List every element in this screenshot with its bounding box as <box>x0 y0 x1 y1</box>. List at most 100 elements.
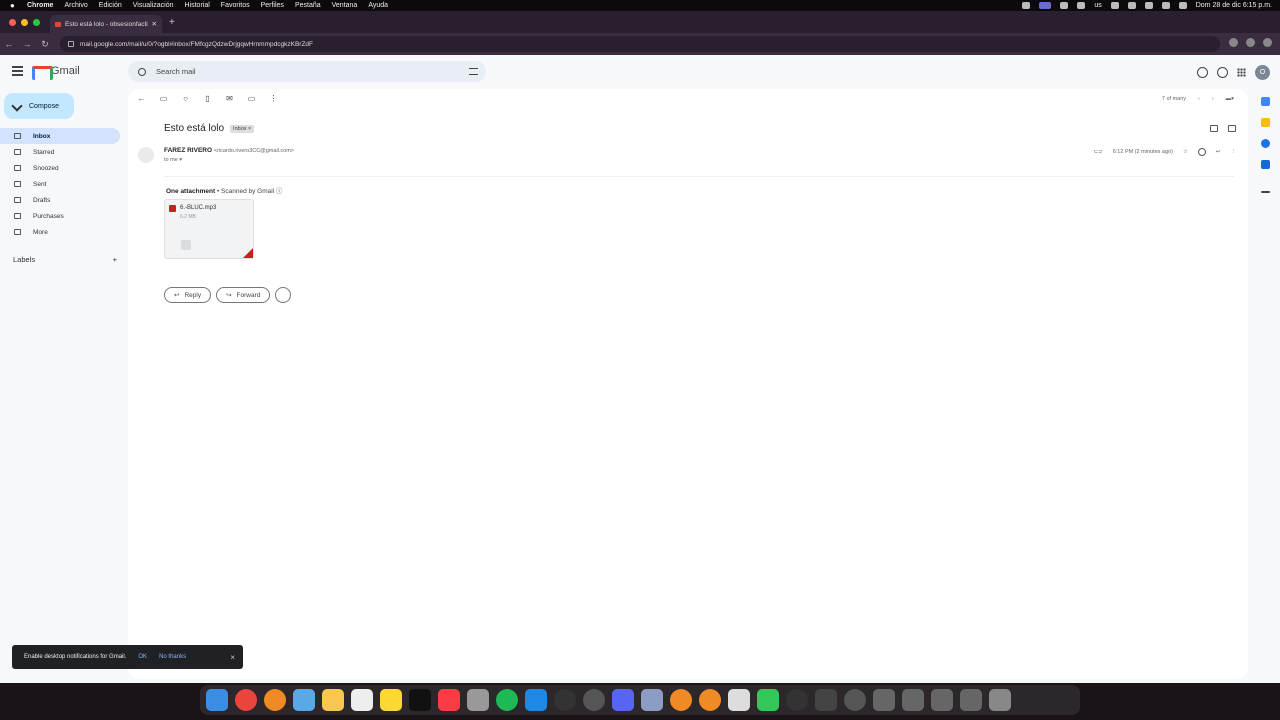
gmail-logo[interactable]: Gmail <box>32 65 80 80</box>
google-apps-icon[interactable] <box>1237 68 1246 77</box>
main-menu-icon[interactable] <box>12 66 23 78</box>
menu-pestana[interactable]: Pestaña <box>295 2 321 9</box>
menu-archivo[interactable]: Archivo <box>64 2 87 9</box>
battery-icon[interactable] <box>1127 2 1136 9</box>
star-message-icon[interactable]: ☆ <box>1183 149 1188 155</box>
search-bar[interactable]: Search mail <box>128 61 486 82</box>
menu-favoritos[interactable]: Favoritos <box>221 2 250 9</box>
screen-record-icon[interactable] <box>1039 2 1052 9</box>
add-reaction-icon[interactable] <box>1197 148 1206 156</box>
apple-icon[interactable]: ● <box>10 1 17 10</box>
music-icon[interactable] <box>438 689 460 711</box>
status-icon[interactable] <box>1060 2 1069 9</box>
settings-gear-icon[interactable] <box>1217 67 1228 78</box>
extension-icon[interactable] <box>1229 38 1238 47</box>
menu-ayuda[interactable]: Ayuda <box>368 2 388 9</box>
archive-icon[interactable]: ▭ <box>158 95 169 103</box>
search-icon[interactable] <box>138 67 146 76</box>
finder-icon[interactable] <box>206 689 228 711</box>
back-to-inbox-icon[interactable]: ← <box>136 95 147 103</box>
discord-icon[interactable] <box>612 689 634 711</box>
account-avatar[interactable]: O <box>1255 65 1270 80</box>
sender-name[interactable]: FAREZ RIVERO <box>164 147 212 154</box>
move-to-icon[interactable]: ▭ <box>246 95 257 103</box>
notes-icon[interactable] <box>380 689 402 711</box>
older-icon[interactable]: › <box>1212 96 1214 102</box>
status-icon[interactable] <box>1077 2 1086 9</box>
app-icon[interactable] <box>844 689 866 711</box>
sender-avatar[interactable] <box>138 147 154 163</box>
trash-icon[interactable] <box>989 689 1011 711</box>
audio-app-icon[interactable] <box>554 689 576 711</box>
apple-tv-icon[interactable] <box>409 689 431 711</box>
fl-studio-icon[interactable] <box>699 689 721 711</box>
menu-ventana[interactable]: Ventana <box>332 2 358 9</box>
sidebar-item-inbox[interactable]: Inbox <box>0 128 120 144</box>
minimized-window-icon[interactable] <box>873 689 895 711</box>
app-store-icon[interactable] <box>293 689 315 711</box>
add-label-icon[interactable]: + <box>113 255 117 264</box>
app-icon[interactable] <box>641 689 663 711</box>
menu-visualizacion[interactable]: Visualización <box>133 2 174 9</box>
calendar-app-icon[interactable] <box>351 689 373 711</box>
download-icon[interactable] <box>181 240 191 250</box>
inbox-label-chip[interactable]: Inbox × <box>230 124 255 133</box>
new-tab-icon[interactable]: + <box>169 17 175 28</box>
minimize-window-icon[interactable] <box>21 19 28 26</box>
report-spam-icon[interactable]: ○ <box>180 95 191 103</box>
chrome-menu-icon[interactable] <box>1263 38 1272 47</box>
status-icon[interactable] <box>1110 2 1119 9</box>
support-icon[interactable] <box>1197 67 1208 78</box>
mark-unread-icon[interactable]: ✉ <box>224 95 235 103</box>
scanned-note[interactable]: • Scanned by Gmail ⓘ <box>217 188 283 195</box>
minimized-window-icon[interactable] <box>902 689 924 711</box>
calendar-icon[interactable] <box>1260 97 1270 106</box>
reply-button[interactable]: ↩ Reply <box>164 287 212 303</box>
search-options-icon[interactable] <box>469 68 478 75</box>
photos-icon[interactable] <box>322 689 344 711</box>
menu-edicion[interactable]: Edición <box>99 2 122 9</box>
control-center-icon[interactable] <box>1178 2 1187 9</box>
facetime-icon[interactable] <box>757 689 779 711</box>
app-icon[interactable] <box>815 689 837 711</box>
emoji-reaction-button[interactable] <box>275 287 292 303</box>
newer-icon[interactable]: ‹ <box>1198 96 1200 102</box>
close-window-icon[interactable] <box>9 19 16 26</box>
reload-icon[interactable]: ↻ <box>36 39 54 50</box>
toast-ok-button[interactable]: OK <box>138 654 147 660</box>
search-input[interactable]: Search mail <box>156 67 196 76</box>
sidebar-item-snoozed[interactable]: Snoozed <box>0 160 120 176</box>
system-settings-icon[interactable] <box>467 689 489 711</box>
spotlight-icon[interactable] <box>1161 2 1170 9</box>
app-icon[interactable] <box>583 689 605 711</box>
toast-no-thanks-button[interactable]: No thanks <box>159 654 186 660</box>
status-icon[interactable] <box>1022 2 1031 9</box>
menu-clock[interactable]: Dom 28 de dic 6:15 p.m. <box>1196 2 1272 9</box>
profile-icon[interactable] <box>1246 38 1255 47</box>
input-source[interactable]: us <box>1094 2 1101 9</box>
minimized-window-icon[interactable] <box>931 689 953 711</box>
close-tab-icon[interactable]: ✕ <box>152 20 157 28</box>
sidebar-item-sent[interactable]: Sent <box>0 176 120 192</box>
forward-button[interactable]: ↪ Forward <box>216 287 271 303</box>
sidebar-item-more[interactable]: More <box>0 224 120 240</box>
message-more-icon[interactable]: ⋮ <box>1231 149 1237 155</box>
url-text[interactable]: mail.google.com/mail/u/0/?ogbl#inbox/FMf… <box>80 41 313 48</box>
minimized-window-icon[interactable] <box>960 689 982 711</box>
fl-studio-icon[interactable] <box>670 689 692 711</box>
spotify-icon[interactable] <box>496 689 518 711</box>
chrome-icon[interactable] <box>235 689 257 711</box>
print-icon[interactable] <box>1210 125 1218 132</box>
sidebar-item-purchases[interactable]: Purchases <box>0 208 120 224</box>
forward-icon[interactable]: → <box>18 39 36 49</box>
attachment-card[interactable]: 6.-BLUC.mp3 6.2 MB <box>164 199 254 259</box>
back-icon[interactable]: ← <box>0 39 18 49</box>
address-bar[interactable]: mail.google.com/mail/u/0/?ogbl#inbox/FMf… <box>60 36 1220 52</box>
compose-button[interactable]: Compose <box>4 93 74 119</box>
input-tools-icon[interactable]: ▬▾ <box>1226 96 1234 102</box>
close-icon[interactable]: × <box>230 653 235 662</box>
fl-studio-icon[interactable] <box>264 689 286 711</box>
site-info-icon[interactable] <box>68 41 74 47</box>
maximize-window-icon[interactable] <box>33 19 40 26</box>
add-addon-icon[interactable] <box>1260 191 1270 193</box>
